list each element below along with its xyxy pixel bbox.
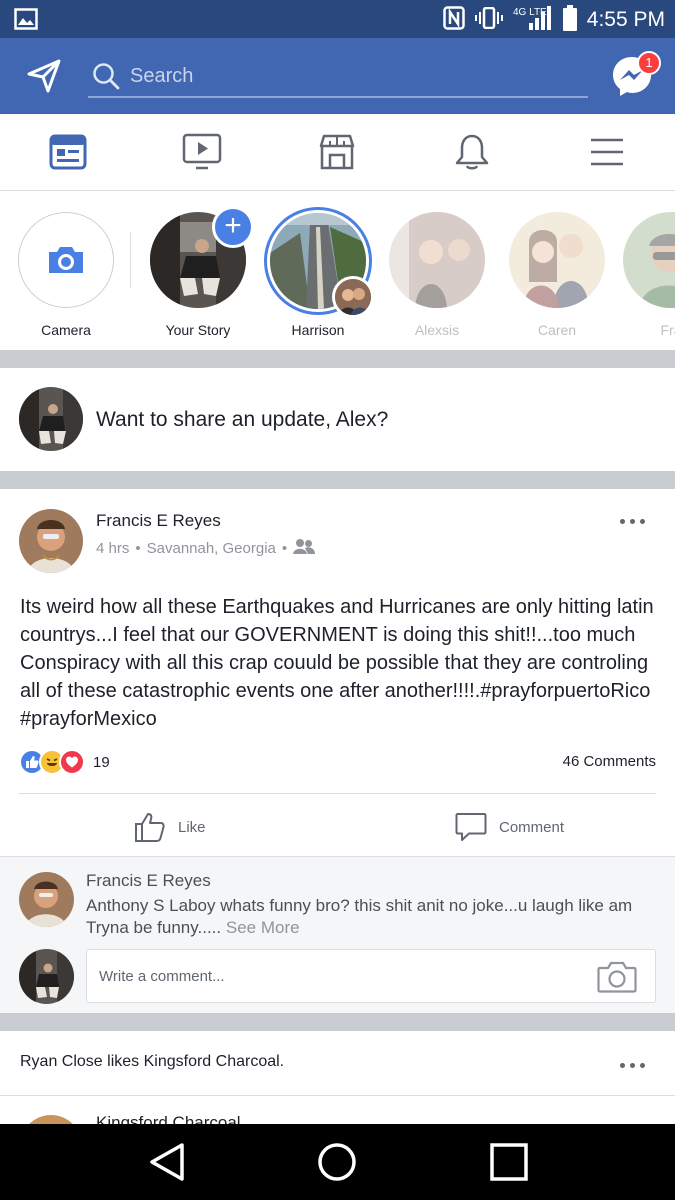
menu-icon [591,138,623,166]
search-bar[interactable] [88,56,588,98]
story-alexsis[interactable]: Alexsis [384,212,490,338]
comments-count-link[interactable]: 46 Comments [563,753,656,770]
post-time[interactable]: 4 hrs [96,540,129,557]
tab-watch[interactable] [180,132,224,172]
send-icon[interactable] [26,58,62,94]
comment-button[interactable]: Comment [455,807,564,847]
meta-separator: • [135,539,141,557]
post-meta: 4 hrs • Savannah, Georgia • [96,538,316,558]
messenger-badge: 1 [637,51,661,75]
meta-separator: • [281,539,288,557]
comment-label: Comment [499,818,565,836]
tab-news-feed[interactable] [46,132,90,172]
comment-body: Anthony S Laboy whats funny bro? this sh… [86,896,633,937]
story-label: Fra [660,322,675,338]
tab-notifications[interactable] [450,132,494,172]
story-label: Caren [537,322,577,338]
status-icons: 4G LTE 4:55 PM [443,4,665,36]
next-feed-story: Ryan Close likes Kingsford Charcoal. Kin… [0,1031,675,1124]
story-options-button[interactable] [620,1063,645,1068]
divider [19,793,656,794]
story-label: Camera [41,322,91,338]
see-more-link[interactable]: See More [226,918,300,937]
tab-bar [0,114,675,191]
story-caren[interactable]: Caren [504,212,610,338]
story-camera[interactable]: Camera [13,212,119,338]
add-story-button[interactable]: + [212,206,254,248]
avatar [389,212,485,308]
clock: 4:55 PM [586,8,665,31]
like-label: Like [178,818,206,836]
comment-icon [455,813,487,841]
signal-icon: 4G LTE [513,5,553,36]
thumbs-up-icon [135,813,165,842]
stories-tray: Camera Your Story + Harrison Alexsis Car… [0,192,675,350]
comment-composer[interactable] [86,949,656,1003]
commenter-avatar[interactable] [19,872,74,927]
post-location[interactable]: Savannah, Georgia [147,540,276,557]
story-label: Your Story [165,322,231,338]
system-nav-bar [0,1124,675,1200]
section-divider [0,471,675,489]
comment-input[interactable] [99,962,579,990]
post-text: Its weird how all these Earthquakes and … [20,596,654,730]
top-bar: 1 [0,38,675,114]
marketplace-icon [319,134,355,170]
vibrate-icon [474,6,503,34]
comment-text: Anthony S Laboy whats funny bro? this sh… [86,895,661,939]
camera-icon [49,247,83,273]
post-options-button[interactable] [620,519,645,524]
divider [0,1095,675,1096]
recents-icon[interactable] [487,1140,531,1184]
tab-menu[interactable] [585,132,629,172]
post-author-name[interactable]: Francis E Reyes [96,511,221,531]
story-label: Alexsis [414,322,460,338]
page-avatar[interactable] [20,1115,82,1124]
nfc-icon [443,5,465,35]
page-name[interactable]: Kingsford Charcoal [96,1113,241,1124]
reactions-summary[interactable]: 19 [19,749,110,775]
avatar [19,387,83,451]
search-icon [92,62,120,90]
story-owner-avatar [332,276,374,318]
camera-icon[interactable] [597,961,637,993]
tab-marketplace[interactable] [315,132,359,172]
comments-section: Francis E Reyes Anthony S Laboy whats fu… [0,856,675,1013]
story-harrison[interactable]: Harrison [265,212,371,338]
status-composer[interactable]: Want to share an update, Alex? [0,368,675,471]
camera-circle [18,212,114,308]
battery-icon [562,4,577,36]
friends-icon [293,538,316,558]
comment-author[interactable]: Francis E Reyes [86,871,211,891]
gallery-notification-icon [14,8,38,30]
section-divider [0,350,675,368]
story-fra[interactable]: Fra [618,212,675,338]
home-icon[interactable] [315,1140,359,1184]
bell-icon [455,134,489,170]
composer-prompt[interactable]: Want to share an update, Alex? [96,408,388,432]
avatar [509,212,605,308]
back-icon[interactable] [146,1140,190,1184]
story-label: Harrison [291,322,345,338]
status-bar: 4G LTE 4:55 PM [0,0,675,38]
section-divider [0,1013,675,1031]
stories-divider [130,232,131,288]
like-button[interactable]: Like [134,807,206,847]
news-feed-icon [49,134,87,170]
activity-text[interactable]: Ryan Close likes Kingsford Charcoal. [20,1053,284,1071]
video-icon [182,133,222,170]
avatar [19,949,74,1004]
search-input[interactable] [130,60,570,92]
post-author-avatar[interactable] [19,509,83,573]
feed-post: Francis E Reyes 4 hrs • Savannah, Georgi… [0,489,675,1013]
reaction-count: 19 [93,753,110,771]
avatar [623,212,675,308]
love-reaction-icon [59,749,85,775]
